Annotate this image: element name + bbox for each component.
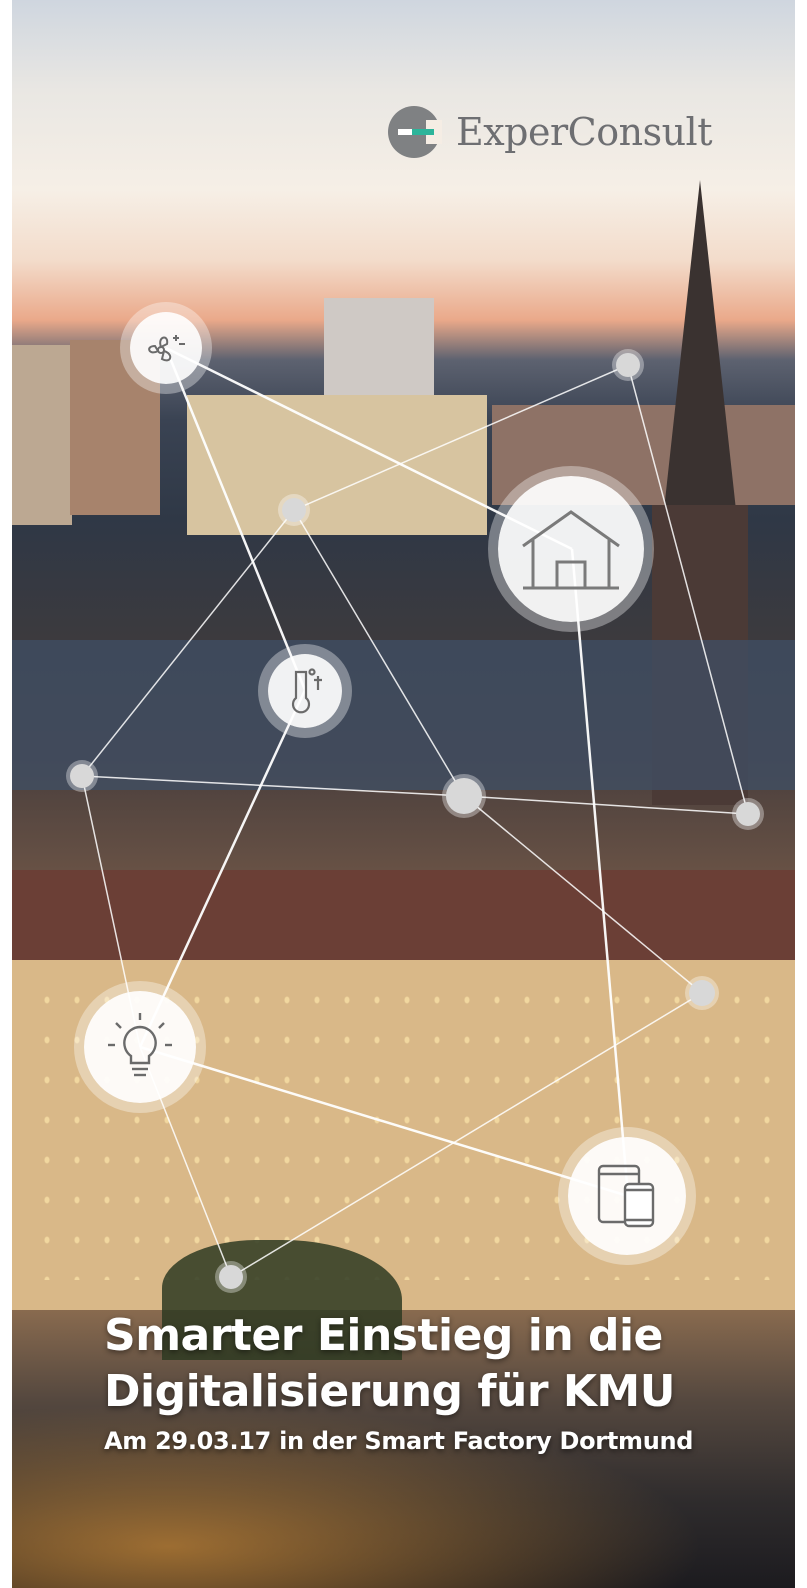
headline-line-2: Digitalisierung für KMU	[104, 1366, 675, 1417]
network-node	[282, 498, 306, 522]
network-node	[446, 778, 482, 814]
thermometer-icon	[268, 654, 342, 728]
devices-icon	[568, 1137, 686, 1255]
event-subtitle: Am 29.03.17 in der Smart Factory Dortmun…	[104, 1427, 694, 1455]
network-node	[736, 802, 760, 826]
fan-icon	[130, 312, 202, 384]
lightbulb-icon	[84, 991, 196, 1103]
house-icon	[498, 476, 644, 622]
network-node	[219, 1265, 243, 1289]
network-node	[689, 980, 715, 1006]
headline-title: Smarter Einstieg in die Digitalisierung …	[104, 1308, 794, 1420]
network-node	[616, 353, 640, 377]
headline-block: Smarter Einstieg in die Digitalisierung …	[104, 1308, 794, 1456]
network-node	[70, 764, 94, 788]
headline-line-1: Smarter Einstieg in die	[104, 1310, 663, 1361]
